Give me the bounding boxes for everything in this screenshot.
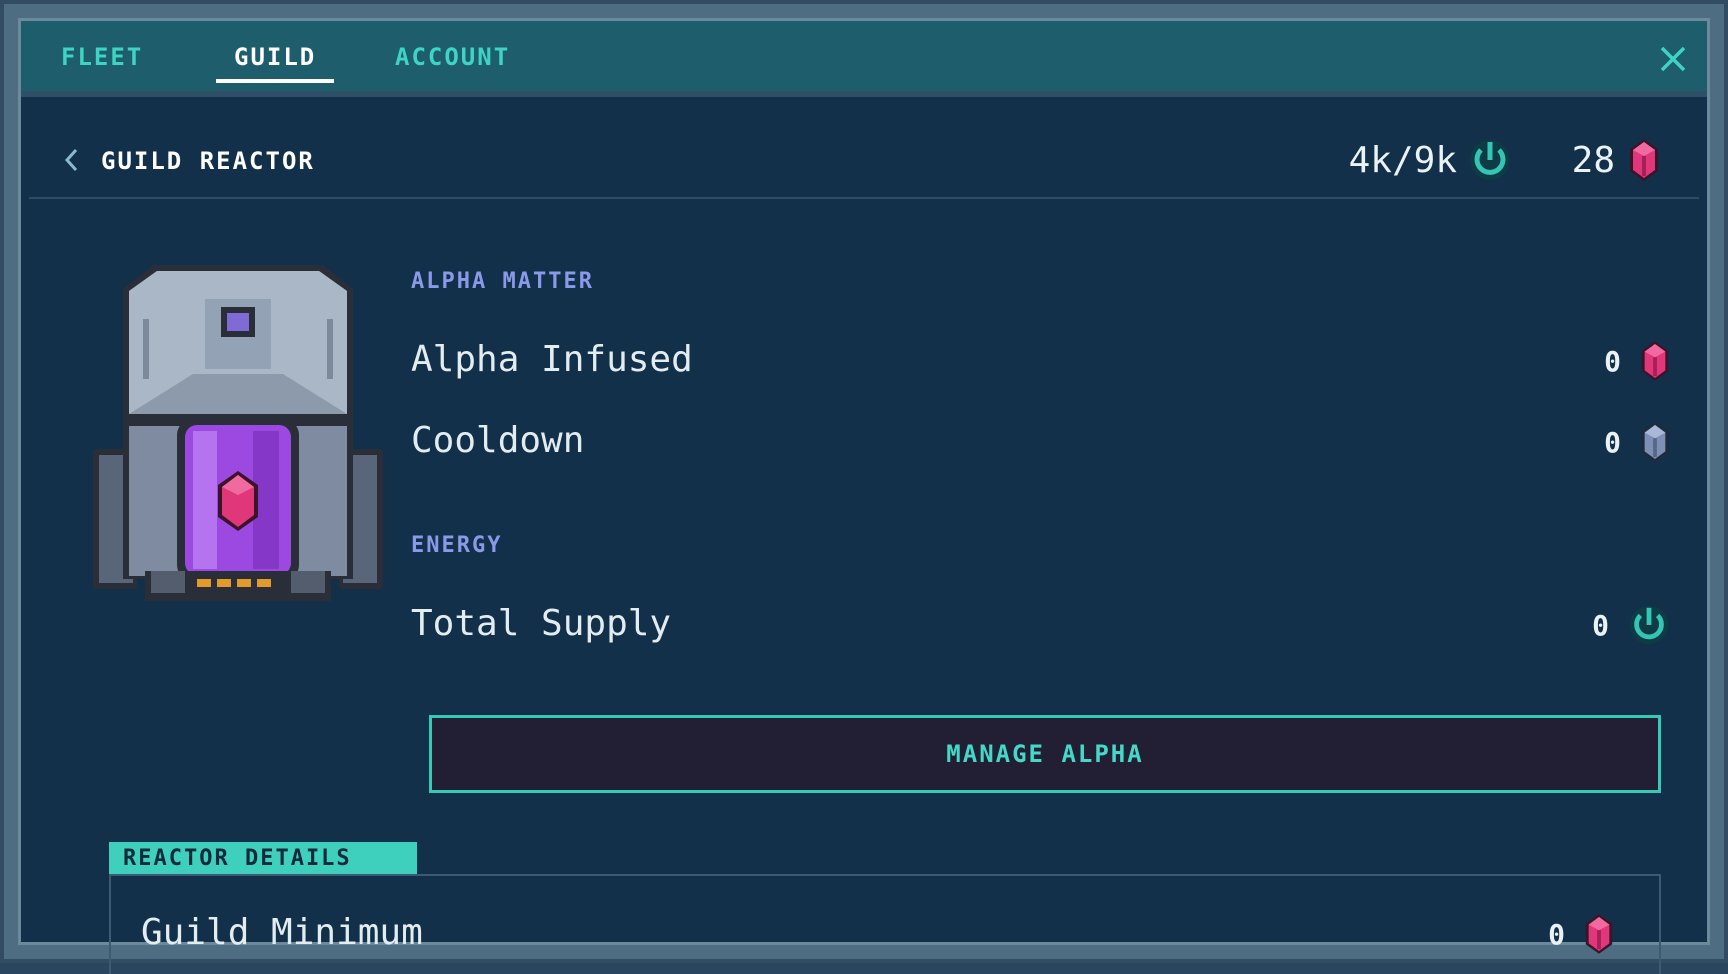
guild-minimum-label: Guild Minimum xyxy=(141,912,423,953)
reactor-details-label: REACTOR DETAILS xyxy=(123,846,352,871)
alpha-crystal-icon xyxy=(1630,139,1658,181)
page-header: GUILD REACTOR 4k/9k 28 xyxy=(29,119,1699,199)
reactor-details-tab: REACTOR DETAILS xyxy=(109,842,417,875)
alpha-infused-amount: 0 xyxy=(1604,344,1621,378)
total-supply-row: Total Supply 0 xyxy=(411,597,1671,653)
guild-minimum-row: Guild Minimum 0 xyxy=(141,906,1615,962)
window-frame: FLEET GUILD ACCOUNT GUILD REACTOR 4k/9k xyxy=(0,0,1728,974)
energy-heading: ENERGY xyxy=(411,533,503,558)
close-button[interactable] xyxy=(1657,43,1689,75)
back-button[interactable] xyxy=(59,145,83,175)
total-supply-value: 0 xyxy=(1592,597,1671,653)
manage-alpha-label: MANAGE ALPHA xyxy=(946,740,1144,768)
cooldown-crystal-icon xyxy=(1641,422,1669,462)
alpha-infused-row: Alpha Infused 0 xyxy=(411,333,1671,389)
total-supply-amount: 0 xyxy=(1592,608,1609,642)
cooldown-value: 0 xyxy=(1604,414,1671,470)
alpha-infused-label: Alpha Infused xyxy=(411,339,693,380)
reactor-illustration xyxy=(93,265,383,601)
alpha-matter-heading: ALPHA MATTER xyxy=(411,269,594,294)
alpha-infused-value: 0 xyxy=(1604,333,1671,389)
alpha-counter: 28 xyxy=(1572,135,1661,185)
tab-account[interactable]: ACCOUNT xyxy=(395,43,510,83)
cooldown-row: Cooldown 0 xyxy=(411,414,1671,470)
close-icon xyxy=(1660,46,1686,72)
energy-counter: 4k/9k xyxy=(1349,135,1513,185)
manage-alpha-button[interactable]: MANAGE ALPHA xyxy=(429,715,1661,793)
tab-bar: FLEET GUILD ACCOUNT xyxy=(21,21,1707,97)
tab-fleet[interactable]: FLEET xyxy=(61,43,143,83)
cooldown-amount: 0 xyxy=(1604,425,1621,459)
tab-guild[interactable]: GUILD xyxy=(215,43,335,83)
alpha-crystal-icon xyxy=(1585,914,1613,954)
cooldown-label: Cooldown xyxy=(411,420,585,461)
alpha-amount: 28 xyxy=(1571,139,1615,181)
energy-amount: 4k/9k xyxy=(1348,139,1457,181)
guild-minimum-amount: 0 xyxy=(1548,917,1565,951)
page-title: GUILD REACTOR xyxy=(101,147,315,175)
alpha-crystal-icon xyxy=(1641,341,1669,381)
total-supply-label: Total Supply xyxy=(411,603,672,644)
power-icon xyxy=(1629,605,1669,645)
power-icon xyxy=(1470,140,1510,180)
chevron-left-icon xyxy=(64,148,78,172)
guild-minimum-value: 0 xyxy=(1548,906,1615,962)
reactor-details-panel: Guild Minimum 0 xyxy=(109,874,1661,974)
window-panel: FLEET GUILD ACCOUNT GUILD REACTOR 4k/9k xyxy=(18,18,1710,974)
